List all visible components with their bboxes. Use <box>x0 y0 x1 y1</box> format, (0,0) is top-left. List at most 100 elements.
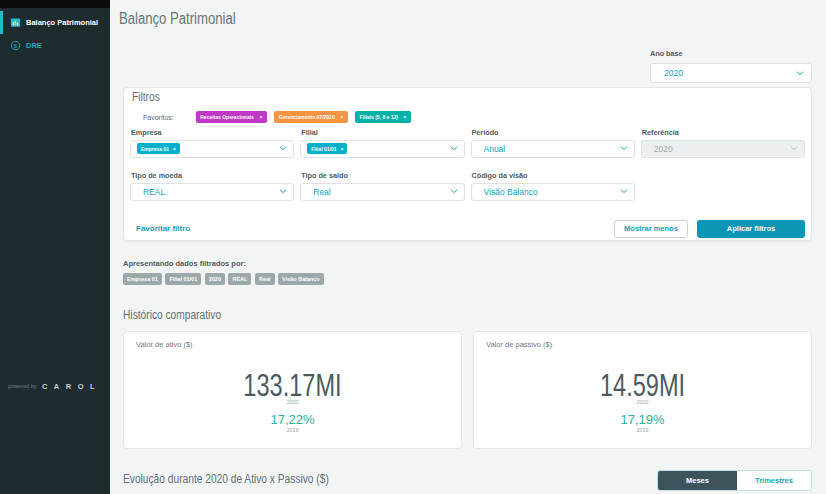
passivo-percent: 17,19% <box>486 412 799 427</box>
field-tipo-moeda: Tipo de moeda REAL <box>130 167 294 201</box>
applied-chip: Real <box>255 273 275 286</box>
ativo-percent: 17,22% <box>136 412 449 427</box>
field-tipo-saldo: Tipo de saldo Real <box>300 167 464 201</box>
sidebar-nav: Balanço Patrimonial $ DRE <box>0 8 110 57</box>
evolution-header: Evolução durante 2020 de Ativo x Passivo… <box>123 470 812 491</box>
evolution-title: Evolução durante 2020 de Ativo x Passivo… <box>123 472 329 486</box>
applied-chip: REAL <box>228 273 251 286</box>
chevron-down-icon <box>790 146 798 151</box>
field-label: Empresa <box>131 129 294 137</box>
field-label: Tipo de saldo <box>301 172 464 180</box>
field-periodo: Período Anual <box>471 124 635 158</box>
favorite-filter-link[interactable]: Favoritar filtro <box>136 224 190 233</box>
favorite-chip[interactable]: Receitas Operacionais × <box>196 111 267 123</box>
ano-base-select[interactable]: 2020 <box>650 63 812 83</box>
page-title: Balanço Patrimonial <box>119 0 687 28</box>
powered-by: powered by CAROL <box>8 382 101 391</box>
ano-base-field: Ano base 2020 <box>650 49 812 84</box>
applied-filters-chips: Empresa 01 Filial 01/01 2020 REAL Real V… <box>123 273 812 286</box>
chip-label: Empresa 01 <box>141 146 169 152</box>
field-label: Tipo de moeda <box>131 172 294 180</box>
close-icon[interactable]: × <box>173 146 176 152</box>
filter-fields: Empresa Empresa 01 × Filial Filial 01/01 <box>130 124 805 201</box>
passivo-card-label: Valor de passivo ($) <box>486 340 799 349</box>
historico-title: Histórico comparativo <box>123 308 709 322</box>
close-icon[interactable]: × <box>340 114 343 120</box>
favorite-chip-label: Filiais (5, 8 e 12) <box>360 114 398 120</box>
chevron-down-icon <box>620 189 628 194</box>
passivo-card: Valor de passivo ($) 14.59MI 2020 17,19%… <box>473 331 812 449</box>
applied-filters-label: Apresentando dados filtrados por: <box>123 259 812 268</box>
chevron-down-icon <box>796 71 804 76</box>
field-label: Filial <box>301 129 464 137</box>
tipo-saldo-value: Real <box>313 187 330 197</box>
field-label: Código da visão <box>472 172 635 180</box>
favorite-chip-label: Receitas Operacionais <box>200 114 254 120</box>
sidebar-item-balanco-patrimonial[interactable]: Balanço Patrimonial <box>0 11 110 34</box>
ativo-value: 133.17MI <box>174 372 412 399</box>
codigo-visao-value: Visão Balanco <box>484 187 538 197</box>
referencia-value: 2020 <box>654 144 673 154</box>
sidebar: Balanço Patrimonial $ DRE powered by CAR… <box>0 0 110 494</box>
powered-by-text: powered by <box>8 383 36 389</box>
passivo-value: 14.59MI <box>524 372 762 399</box>
chevron-down-icon <box>279 146 287 151</box>
field-empresa: Empresa Empresa 01 × <box>130 124 294 158</box>
applied-chip: Empresa 01 <box>123 273 162 286</box>
main-content: Balanço Patrimonial Ano base 2020 Filtro… <box>110 0 826 494</box>
favorites-label: Favoritos: <box>143 114 174 121</box>
sidebar-item-dre[interactable]: $ DRE <box>0 34 110 57</box>
field-label: Referência <box>642 129 805 137</box>
periodo-select[interactable]: Anual <box>471 140 635 158</box>
chevron-down-icon <box>450 146 458 151</box>
empresa-select[interactable]: Empresa 01 × <box>130 140 294 158</box>
ativo-card: Valor de ativo ($) 133.17MI 2020 17,22% … <box>123 331 462 449</box>
filter-actions: Favoritar filtro Mostrar menos Aplicar f… <box>130 220 805 238</box>
filters-card: Filtros Favoritos: Receitas Operacionais… <box>123 87 812 241</box>
close-icon[interactable]: × <box>259 114 262 120</box>
carol-logo: CAROL <box>42 382 101 391</box>
comparative-cards: Valor de ativo ($) 133.17MI 2020 17,22% … <box>123 331 812 449</box>
trimestres-button[interactable]: Trimestres <box>737 471 811 490</box>
applied-filters: Apresentando dados filtrados por: Empres… <box>123 259 812 286</box>
ano-base-value: 2020 <box>664 68 683 78</box>
chevron-down-icon <box>279 189 287 194</box>
favorite-chip[interactable]: Gerenciamento 07/2020 × <box>274 111 347 123</box>
passivo-percent-year: 2019 <box>486 427 799 433</box>
balance-sheet-icon <box>10 17 21 28</box>
sidebar-item-label: Balanço Patrimonial <box>26 18 98 27</box>
applied-chip: Filial 01/01 <box>165 273 201 286</box>
svg-text:$: $ <box>13 43 17 49</box>
period-toggle: Meses Trimestres <box>657 470 812 491</box>
sidebar-item-label: DRE <box>26 41 42 50</box>
ativo-percent-year: 2019 <box>136 427 449 433</box>
dollar-circle-icon: $ <box>10 40 21 51</box>
empresa-chip[interactable]: Empresa 01 × <box>137 143 180 154</box>
chevron-down-icon <box>620 146 628 151</box>
field-filial: Filial Filial 01/01 × <box>300 124 464 158</box>
chevron-down-icon <box>450 189 458 194</box>
show-less-button[interactable]: Mostrar menos <box>614 220 688 238</box>
close-icon[interactable]: × <box>403 114 406 120</box>
close-icon[interactable]: × <box>341 146 344 152</box>
favorite-chip[interactable]: Filiais (5, 8 e 12) × <box>355 111 411 123</box>
applied-chip: Visão Balanco <box>278 273 324 286</box>
ano-base-label: Ano base <box>650 49 812 58</box>
app: Balanço Patrimonial $ DRE powered by CAR… <box>0 0 826 494</box>
filial-select[interactable]: Filial 01/01 × <box>300 140 464 158</box>
chip-label: Filial 01/01 <box>311 146 336 152</box>
sidebar-top-strip <box>0 0 110 8</box>
apply-filters-button[interactable]: Aplicar filtros <box>697 220 805 238</box>
meses-button[interactable]: Meses <box>658 471 737 490</box>
tipo-moeda-select[interactable]: REAL <box>130 183 294 201</box>
field-referencia: Referência 2020 <box>641 124 805 158</box>
field-label: Período <box>472 129 635 137</box>
tipo-saldo-select[interactable]: Real <box>300 183 464 201</box>
codigo-visao-select[interactable]: Visão Balanco <box>471 183 635 201</box>
filial-chip[interactable]: Filial 01/01 × <box>307 143 347 154</box>
applied-chip: 2020 <box>205 273 225 286</box>
ativo-card-label: Valor de ativo ($) <box>136 340 449 349</box>
referencia-select: 2020 <box>641 140 805 158</box>
favorites-row: Favoritos: Receitas Operacionais × Geren… <box>143 111 805 124</box>
filters-title: Filtros <box>132 91 704 103</box>
